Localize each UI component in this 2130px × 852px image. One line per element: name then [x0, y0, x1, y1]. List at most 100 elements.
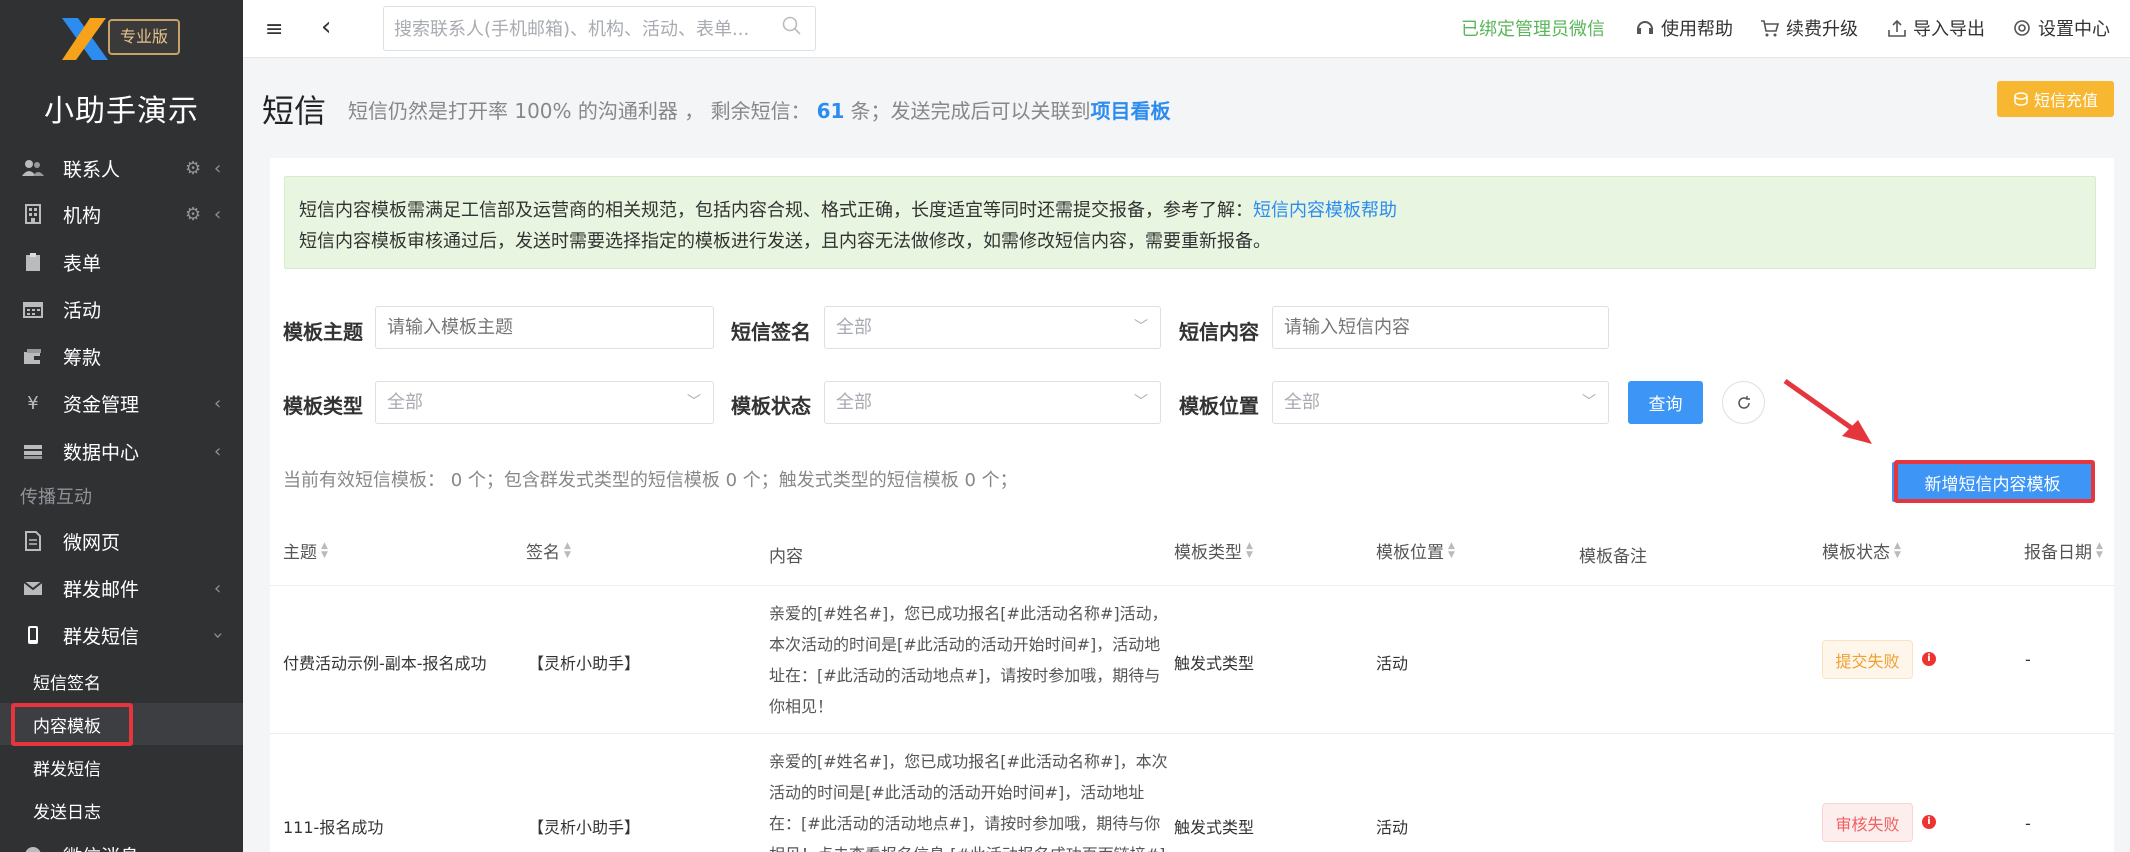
sidebar-item-micro-page[interactable]: 微网页: [0, 518, 243, 564]
filter-type-label: 模板类型: [283, 394, 363, 418]
clipboard-icon: [22, 251, 44, 273]
sidebar-item-funds[interactable]: ¥ 资金管理 ‹: [0, 380, 243, 426]
chevron-down-icon: ‹: [207, 631, 229, 639]
sidebar-item-mass-email[interactable]: 群发邮件 ‹: [0, 565, 243, 611]
sidebar-item-label: 群发短信: [63, 625, 140, 648]
sidebar-item-data-center[interactable]: 数据中心 ‹: [0, 428, 243, 474]
subtitle-mid: 条；发送完成后可以关联到: [850, 99, 1091, 123]
th-type[interactable]: 模板类型 ▲ ▼: [1174, 538, 1253, 563]
th-status-label: 模板状态: [1822, 543, 1890, 563]
wallet-icon: [22, 345, 44, 367]
sort-icon[interactable]: ▲ ▼: [1448, 541, 1455, 560]
row-content: 亲爱的[#姓名#]，您已成功报名[#此活动名称#]活动，本次活动的时间是[#此活…: [769, 604, 1168, 716]
template-stats: 当前有效短信模板： 0 个；包含群发式类型的短信模板 0 个；触发式类型的短信模…: [283, 470, 1018, 491]
sms-recharge-button[interactable]: 短信充值: [1997, 81, 2114, 117]
sort-icon[interactable]: ▲ ▼: [1246, 541, 1253, 560]
menu-toggle-icon[interactable]: ≡: [265, 17, 283, 42]
sort-icon[interactable]: ▲ ▼: [1894, 541, 1901, 560]
th-remark: 模板备注: [1579, 542, 1647, 567]
filter-type-select[interactable]: 全部 ﹀: [375, 381, 714, 424]
settings-icon: [2014, 20, 2030, 36]
filter-status-select[interactable]: 全部 ﹀: [824, 381, 1161, 424]
sidebar-subitem-mass-sms[interactable]: 群发短信: [0, 746, 243, 788]
table-row[interactable]: 付费活动示例-副本-报名成功 【灵析小助手】 亲爱的[#姓名#]，您已成功报名[…: [270, 585, 2114, 733]
filter-signature-select[interactable]: 全部 ﹀: [824, 306, 1161, 349]
gear-icon[interactable]: ⚙: [185, 204, 201, 225]
subtitle-prefix: 短信仍然是打开率 100% 的沟通利器 ， 剩余短信：: [348, 99, 811, 123]
th-position[interactable]: 模板位置 ▲ ▼: [1376, 538, 1455, 563]
query-button[interactable]: 查询: [1628, 381, 1703, 424]
project-board-link[interactable]: 项目看板: [1090, 99, 1170, 123]
info-icon[interactable]: i: [1922, 652, 1936, 666]
sidebar-subitem-send-log[interactable]: 发送日志: [0, 789, 243, 831]
filter-subject-label: 模板主题: [283, 320, 363, 344]
filter-subject-input[interactable]: [375, 306, 714, 349]
back-icon[interactable]: ‹: [321, 12, 331, 42]
sidebar-item-contacts[interactable]: 联系人 ⚙ ‹: [0, 145, 243, 191]
sidebar-item-organizations[interactable]: 机构 ⚙ ‹: [0, 191, 243, 237]
renew-link[interactable]: 续费升级: [1760, 15, 1858, 41]
building-icon: [22, 203, 44, 225]
status-badge: 提交失败: [1822, 640, 1913, 679]
row-position: 活动: [1376, 654, 1409, 673]
page-title: 短信: [262, 92, 327, 130]
help-link[interactable]: 使用帮助: [1635, 15, 1733, 41]
settings-label: 设置中心: [2038, 19, 2110, 40]
chevron-down-icon: ﹀: [687, 394, 701, 410]
search-icon[interactable]: [781, 15, 803, 37]
th-subject[interactable]: 主题 ▲ ▼: [283, 538, 328, 563]
filter-position-select[interactable]: 全部 ﹀: [1272, 381, 1609, 424]
sidebar-subitem-sms-signature[interactable]: 短信签名: [0, 660, 243, 702]
th-position-label: 模板位置: [1376, 543, 1444, 563]
info-icon[interactable]: i: [1922, 815, 1936, 829]
filter-content-input[interactable]: [1272, 306, 1609, 349]
filter-status-value: 全部: [836, 392, 872, 413]
sidebar: 专业版 小助手演示 联系人 ⚙ ‹ 机构 ⚙ ‹ 表单 活动 筹款 ¥ 资金管理…: [0, 0, 243, 852]
th-content-label: 内容: [769, 547, 803, 567]
sidebar-item-mass-sms[interactable]: 群发短信 ‹: [0, 612, 243, 658]
chevron-down-icon: ﹀: [1134, 394, 1148, 410]
sms-recharge-label: 短信充值: [2033, 93, 2098, 110]
th-signature[interactable]: 签名 ▲ ▼: [526, 538, 571, 563]
template-help-link[interactable]: 短信内容模板帮助: [1253, 200, 1397, 221]
sidebar-item-events[interactable]: 活动: [0, 286, 243, 332]
sort-icon[interactable]: ▲ ▼: [564, 541, 571, 560]
chevron-left-icon: ‹: [214, 157, 222, 179]
sidebar-item-fundraising[interactable]: 筹款: [0, 333, 243, 379]
th-remark-label: 模板备注: [1579, 547, 1647, 567]
row-content: 亲爱的[#姓名#]，您已成功报名[#此活动名称#]，本次活动的时间是[#此活动的…: [769, 752, 1168, 852]
sidebar-item-forms[interactable]: 表单: [0, 239, 243, 285]
row-type: 触发式类型: [1174, 654, 1255, 673]
wechat-bound-link[interactable]: 已绑定管理员微信: [1461, 15, 1605, 41]
search-box[interactable]: [383, 6, 816, 51]
refresh-button[interactable]: [1722, 381, 1765, 424]
th-signature-label: 签名: [526, 543, 560, 563]
sort-icon[interactable]: ▲ ▼: [321, 541, 328, 560]
help-link-label: 使用帮助: [1661, 19, 1733, 40]
search-input[interactable]: [394, 17, 774, 41]
gear-icon[interactable]: ⚙: [185, 158, 201, 179]
chevron-left-icon: ‹: [214, 440, 222, 462]
th-content: 内容: [769, 542, 803, 567]
edition-badge: 专业版: [108, 19, 180, 55]
row-subject: 付费活动示例-副本-报名成功: [283, 654, 487, 673]
logo[interactable]: 专业版: [60, 16, 184, 62]
sidebar-section-label: 传播互动: [20, 487, 92, 508]
sidebar-item-wechat[interactable]: 微信消息: [0, 832, 243, 852]
sidebar-item-label: 数据中心: [63, 441, 140, 464]
th-status[interactable]: 模板状态 ▲ ▼: [1822, 538, 1901, 563]
sidebar-item-label: 微网页: [63, 531, 121, 554]
row-date: -: [2025, 650, 2031, 669]
th-type-label: 模板类型: [1174, 543, 1242, 563]
sidebar-item-label: 群发邮件: [63, 578, 140, 601]
import-export-link[interactable]: 导入导出: [1887, 15, 1985, 41]
settings-link[interactable]: 设置中心: [2012, 15, 2110, 41]
th-date[interactable]: 报备日期 ▲ ▼: [2024, 538, 2103, 563]
table-row[interactable]: 111-报名成功 【灵析小助手】 亲爱的[#姓名#]，您已成功报名[#此活动名称…: [270, 733, 2114, 852]
chevron-down-icon: ﹀: [1134, 319, 1148, 335]
annotation-arrow-icon: [1783, 378, 1872, 444]
calendar-icon: [22, 298, 44, 320]
th-subject-label: 主题: [283, 543, 317, 563]
filter-status-label: 模板状态: [731, 394, 811, 418]
sort-icon[interactable]: ▲ ▼: [2096, 541, 2103, 560]
